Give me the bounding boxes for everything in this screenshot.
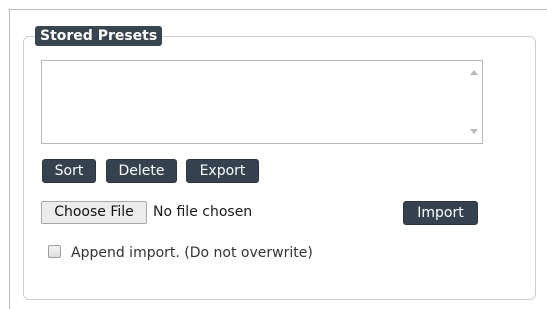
preset-list-box[interactable]: [41, 60, 483, 144]
scroll-down-arrow-icon[interactable]: [470, 129, 478, 134]
scroll-up-arrow-icon[interactable]: [470, 70, 478, 75]
import-button[interactable]: Import: [403, 201, 478, 225]
preset-list-scrollbar[interactable]: [465, 61, 482, 143]
choose-file-button[interactable]: Choose File: [41, 201, 147, 224]
stored-presets-legend: Stored Presets: [35, 26, 163, 46]
append-import-checkbox[interactable]: [48, 245, 61, 258]
delete-button[interactable]: Delete: [106, 159, 177, 183]
file-status-text: No file chosen: [153, 204, 253, 220]
append-import-label[interactable]: Append import. (Do not overwrite): [71, 243, 313, 263]
sort-button[interactable]: Sort: [42, 159, 96, 183]
export-button[interactable]: Export: [186, 159, 259, 183]
